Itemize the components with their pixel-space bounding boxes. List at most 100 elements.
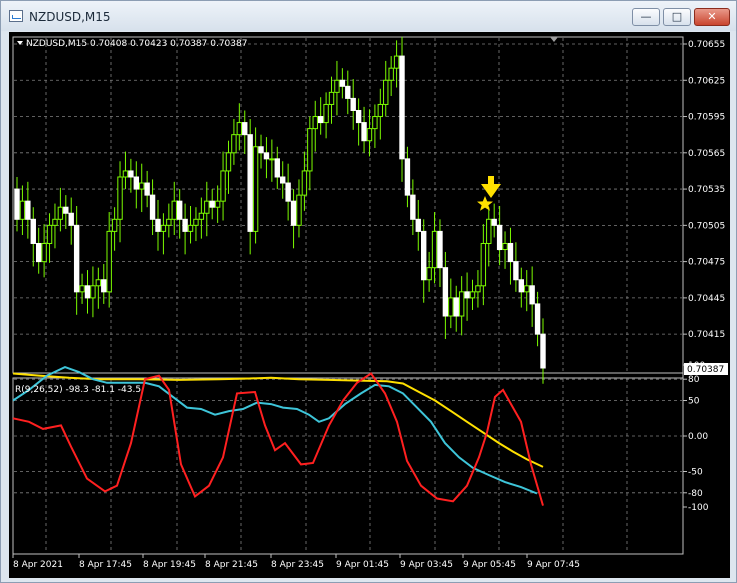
candle-body [410,194,416,220]
candle-body [106,230,112,293]
candle-body [160,224,167,232]
time-axis-label: 8 Apr 17:45 [79,560,132,570]
time-axis-label: 8 Apr 23:45 [271,560,324,570]
candle-body [437,230,443,269]
candle-body [431,230,438,269]
candle-body [285,182,291,202]
candle-body [204,200,210,214]
candle-body [14,188,20,220]
price-axis-label: 0.70625 [688,76,725,86]
candle-body [166,218,172,226]
candle-body [345,85,351,99]
candle-body [388,67,394,81]
indicator-level-label: -100 [688,503,709,513]
candle-body [458,291,465,317]
time-axis-label: 8 Apr 19:45 [143,560,196,570]
candle-body [149,194,156,220]
candle-body [73,224,80,293]
window-title: NZDUSD,M15 [29,10,111,24]
candle-body [220,170,226,202]
candle-body [377,103,384,118]
candle-body [111,218,118,232]
chart-menu-triangle-icon[interactable] [17,41,23,45]
candle-body [317,116,324,124]
candle-body [193,218,199,226]
candle-body [214,200,221,208]
current-price-label: 0.70387 [687,365,724,375]
candle-body [448,297,454,317]
candle-body [101,279,107,293]
indicator-header: R(9,26,52) -98.3 -81.1 -43.5 [15,385,141,395]
candle-body [198,212,205,220]
candle-body [84,285,91,299]
window-titlebar[interactable]: NZDUSD,M15 — □ ✕ [1,1,736,31]
candle-body [236,122,243,136]
candle-body [274,158,280,178]
candle-body [139,182,145,190]
candles [14,36,546,384]
time-axis-labels: 8 Apr 2021 8 Apr 17:45 8 Apr 19:45 8 Apr 21… [12,554,580,570]
star-icon [477,196,493,211]
time-axis-label: 9 Apr 03:45 [400,560,453,570]
close-button[interactable]: ✕ [694,8,730,26]
candle-body [393,55,400,69]
candle-body [25,200,31,220]
minimize-button[interactable]: — [632,8,660,26]
chart-svg[interactable]: 0.70655 0.70625 0.70595 0.70565 0.70535 0.705… [9,32,730,578]
maximize-button[interactable]: □ [663,8,691,26]
price-axis-labels: 0.70655 0.70625 0.70595 0.70565 0.70535 0.705… [683,40,725,340]
candle-body [518,279,525,293]
candle-body [41,242,47,263]
candle-body [513,261,519,281]
chart-window-icon [9,10,23,22]
candle-body [182,218,188,232]
candle-body [35,242,42,263]
indicator-level-labels: 10080500.00-50-80-100 [683,361,709,513]
candle-body [187,224,194,232]
candle-body [301,170,308,196]
candle-body [334,79,340,93]
candle-body [372,116,378,130]
candle-body [122,170,129,178]
candle-body [30,218,36,244]
candle-body [426,267,432,281]
candle-body [90,285,96,299]
candle-body [95,279,102,287]
candle-body [491,218,497,226]
indicator-level-label: 80 [688,375,700,385]
main-chart-header: NZDUSD,M15 0.70408 0.70423 0.70387 0.703… [26,39,247,49]
candle-body [269,158,275,161]
candle-body [453,297,459,317]
chart-shift-marker-icon[interactable] [550,37,558,42]
candle-body [524,285,530,293]
candle-body [63,206,69,214]
time-axis-label: 9 Apr 05:45 [463,560,516,570]
price-axis-label: 0.70565 [688,149,725,159]
indicator-level-label: -80 [688,489,703,499]
candle-body [529,285,535,305]
candle-body [475,285,481,293]
candle-body [421,230,427,281]
candle-body [383,79,389,105]
price-axis-label: 0.70535 [688,185,725,195]
time-axis-label: 9 Apr 07:45 [527,560,580,570]
price-axis-label: 0.70445 [688,294,725,304]
candle-body [469,291,476,299]
candle-body [399,55,405,160]
candle-body [280,176,286,184]
candle-body [507,242,514,263]
candle-body [176,200,183,220]
indicator-grid [14,378,682,553]
candle-body [307,128,313,172]
candle-body [225,152,232,172]
candle-body [339,79,346,87]
candle-body [258,146,264,154]
price-axis-label: 0.70475 [688,258,725,268]
candle-body [502,242,508,251]
down-arrow-icon [481,176,501,198]
candle-body [415,218,421,232]
candle-body [480,242,487,287]
indicator-level-label: -50 [688,468,703,478]
candle-body [323,103,329,124]
chart-canvas[interactable]: 0.70655 0.70625 0.70595 0.70565 0.70535 0.705… [9,32,730,578]
